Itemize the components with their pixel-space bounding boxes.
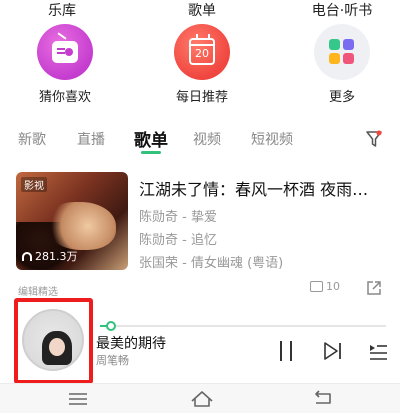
apps-grid-icon bbox=[329, 39, 355, 65]
playlist-queue-icon[interactable] bbox=[368, 341, 388, 361]
next-track-button[interactable] bbox=[322, 340, 344, 362]
tab-live[interactable]: 直播 bbox=[77, 129, 105, 149]
now-playing-artist: 周笔畅 bbox=[96, 354, 129, 367]
tab-new-songs[interactable]: 新歌 bbox=[18, 129, 46, 149]
calendar-number: 20 bbox=[195, 47, 209, 60]
content-tabs: 新歌 直播 歌单 视频 短视频 bbox=[0, 126, 400, 156]
editor-pick-caption: 编辑精选 bbox=[18, 287, 58, 298]
quick-entry-row: 猜你喜欢 20 每日推荐 更多 bbox=[0, 24, 400, 108]
guess-you-like-button[interactable] bbox=[37, 24, 93, 80]
guess-you-like-label: 猜你喜欢 bbox=[38, 90, 91, 105]
highlight-box bbox=[14, 298, 93, 384]
comment-count: 10 bbox=[326, 280, 340, 293]
track-line[interactable]: 张国荣 - 倩女幽魂 (粤语) bbox=[139, 252, 283, 271]
now-playing-title: 最美的期待 bbox=[96, 336, 166, 352]
menu-icon[interactable] bbox=[68, 392, 88, 406]
play-count: 281.3万 bbox=[22, 248, 78, 264]
share-icon[interactable] bbox=[366, 280, 382, 296]
tab-playlists[interactable]: 歌单 bbox=[134, 126, 168, 151]
daily-recommend-label: 每日推荐 bbox=[175, 90, 228, 105]
top-category-labels: 乐库 歌单 电台·听书 bbox=[0, 0, 400, 20]
active-tab-indicator bbox=[141, 151, 161, 154]
quick-entry-more[interactable]: 更多 bbox=[297, 24, 387, 105]
system-nav-bar bbox=[0, 383, 400, 413]
track-line[interactable]: 陈勋奇 - 挚爱 bbox=[139, 206, 217, 225]
back-icon[interactable] bbox=[312, 390, 334, 406]
more-button[interactable] bbox=[314, 24, 370, 80]
pause-button[interactable] bbox=[277, 341, 295, 361]
tab-videos[interactable]: 视频 bbox=[193, 129, 221, 149]
quick-entry-guess-you-like[interactable]: 猜你喜欢 bbox=[20, 24, 110, 105]
comment-button[interactable]: 10 bbox=[310, 280, 340, 293]
playlist-title[interactable]: 江湖未了情：春风一杯酒 夜雨… bbox=[139, 176, 389, 200]
progress-knob[interactable] bbox=[106, 321, 117, 331]
tab-short-videos[interactable]: 短视频 bbox=[251, 129, 293, 149]
quick-entry-daily-recommend[interactable]: 20 每日推荐 bbox=[157, 24, 247, 105]
filter-icon[interactable] bbox=[366, 130, 382, 148]
category-label-playlist[interactable]: 歌单 bbox=[188, 0, 216, 20]
track-line[interactable]: 陈勋奇 - 追忆 bbox=[139, 229, 217, 248]
category-label-library[interactable]: 乐库 bbox=[48, 0, 76, 20]
radio-icon bbox=[52, 41, 78, 63]
playback-progress-bar[interactable] bbox=[100, 321, 386, 331]
playlist-cover[interactable]: 影视 281.3万 bbox=[16, 172, 128, 270]
category-label-radio[interactable]: 电台·听书 bbox=[312, 0, 372, 20]
daily-recommend-button[interactable]: 20 bbox=[174, 24, 230, 80]
home-icon[interactable] bbox=[190, 389, 214, 407]
calendar-icon: 20 bbox=[189, 34, 215, 65]
more-label: 更多 bbox=[328, 90, 355, 105]
headphones-icon bbox=[22, 252, 32, 261]
comment-icon bbox=[310, 281, 323, 292]
cover-badge: 影视 bbox=[21, 177, 47, 192]
